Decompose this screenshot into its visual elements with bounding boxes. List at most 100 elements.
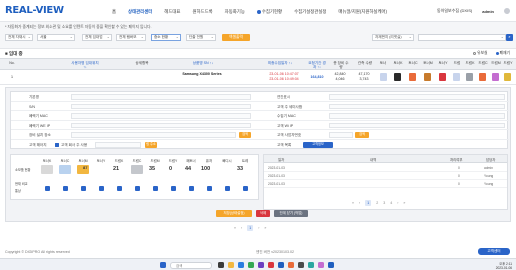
history-row[interactable]: 2023-01-03 0 Young — [264, 172, 507, 180]
username[interactable]: admin — [482, 9, 494, 14]
app-icon[interactable] — [278, 262, 284, 268]
th-user[interactable]: 사용자명 임대위치 ↑↓ — [70, 61, 100, 69]
pager-next[interactable]: › — [397, 201, 398, 205]
table-header: No. 사용자명 임대위치 ↑↓ 상세항목 상품명 SN ↑↓ 최종수집일자 ↑… — [0, 58, 516, 70]
filter-team[interactable]: 전체 탬버모 — [116, 34, 146, 41]
sn-field[interactable] — [71, 103, 251, 110]
customer-type-field[interactable] — [329, 103, 505, 110]
nav-hard[interactable]: 원하드드록 — [192, 9, 212, 15]
nav-head[interactable]: 헤드대표 — [164, 9, 180, 15]
app-icon[interactable] — [298, 262, 304, 268]
history-row[interactable]: 2023-01-03 0 Young — [264, 180, 507, 188]
model-field[interactable] — [71, 94, 251, 100]
nav-auto[interactable]: 자동화기능 — [225, 9, 245, 15]
pager-page[interactable]: 2 — [376, 201, 378, 205]
history-row[interactable]: 2023-01-03 0 admin — [264, 164, 507, 172]
excel-export-button[interactable]: 엑셀출력 — [222, 34, 250, 41]
option-reserve[interactable]: 유보실 — [473, 51, 488, 56]
customer-ip-field[interactable] — [329, 122, 505, 129]
section-options: 유보실 폐재기 — [473, 51, 510, 56]
filter-region[interactable]: 전체 자재시 — [5, 34, 33, 41]
address-button[interactable]: 링 주소 — [145, 142, 157, 148]
stat-value: 35 — [149, 166, 156, 172]
app-icon[interactable] — [318, 262, 324, 268]
pager-prev[interactable]: ‹ — [359, 201, 360, 205]
filter-power[interactable]: 단출 전원 — [186, 34, 216, 41]
filter-right-select[interactable]: 자재번지 (리셋실) — [372, 34, 414, 41]
pager-page[interactable]: 4 — [390, 201, 392, 205]
stat-mini-icon[interactable] — [135, 186, 140, 191]
year-field[interactable] — [329, 94, 505, 100]
stat-mini-icon[interactable] — [153, 186, 158, 191]
pager-last[interactable]: » — [264, 226, 266, 230]
stat-head: 빠디시 — [222, 159, 232, 163]
app-icon[interactable] — [258, 262, 264, 268]
clock[interactable]: 오후 2:11 2023-01-06 — [490, 261, 512, 270]
app-icon[interactable] — [288, 262, 294, 268]
logo[interactable]: REAL-VIEW — [5, 5, 64, 16]
stat-mini-icon[interactable] — [117, 186, 122, 191]
app-icon[interactable] — [268, 262, 274, 268]
taskbar-search[interactable]: 검색 — [170, 261, 212, 269]
printer-ip-field[interactable] — [71, 122, 251, 129]
app-icon[interactable] — [308, 262, 314, 268]
nav-manual[interactable]: 매뉴얼/지원(지원하실케어) — [338, 9, 387, 15]
help-button[interactable]: 고객센터 — [478, 248, 510, 255]
filter-lease[interactable]: 전체 임대업 — [82, 34, 112, 41]
location-field[interactable] — [71, 132, 236, 138]
pager-prev[interactable]: ‹ — [241, 226, 242, 230]
pager-page[interactable]: 3 — [383, 201, 385, 205]
table-row[interactable]: 1 Samsung X4300 Series 23-01-06 10:47:07… — [0, 70, 516, 85]
pager-page[interactable]: 1 — [365, 200, 372, 206]
stat-mini-icon[interactable] — [207, 186, 212, 191]
option-retired[interactable]: 폐재기 — [495, 51, 510, 56]
business-search-button[interactable]: 검색 — [355, 132, 369, 138]
checkbox-icon[interactable] — [55, 142, 59, 147]
nav-status-center[interactable]: 상태관리센터 — [128, 9, 152, 15]
search-input[interactable] — [418, 34, 506, 41]
folder-icon[interactable] — [228, 262, 234, 268]
stat-mini-icon[interactable] — [81, 186, 86, 191]
stat-mini-icon[interactable] — [99, 186, 104, 191]
task-view-icon[interactable] — [218, 262, 224, 268]
stat-mini-icon[interactable] — [45, 186, 50, 191]
th-period[interactable]: 요청기간 경과 ↑↓ — [308, 61, 326, 69]
pager-first[interactable]: « — [234, 226, 236, 230]
version-label: 엔진 버전 v20230103.02 — [256, 250, 295, 254]
app-icon[interactable] — [328, 262, 334, 268]
nav-collector-settings[interactable]: 수집기설정관실정 — [294, 9, 326, 15]
search-icon[interactable]: ⌕ — [506, 34, 513, 41]
collector-mac-field[interactable] — [329, 113, 505, 119]
nav-home[interactable]: 홈 — [112, 9, 116, 15]
stat-mini-icon[interactable] — [171, 186, 176, 191]
chrome-icon[interactable] — [248, 262, 254, 268]
stat-head: 토너C — [60, 159, 70, 163]
filter-size[interactable]: 중소 한황 — [151, 34, 181, 41]
th-date[interactable]: 최종수집일자 ↑↓ — [260, 61, 300, 65]
customer-page-field[interactable] — [95, 142, 141, 148]
pager-last[interactable]: » — [403, 201, 405, 205]
printer-mac-field[interactable] — [71, 113, 251, 119]
business-no-field[interactable] — [329, 132, 353, 138]
th-product[interactable]: 상품명 SN ↑↓ — [188, 61, 218, 65]
section-head: ■ 임대 중 유보실 폐재기 — [0, 49, 516, 58]
row-count-link[interactable]: 164,810 — [308, 75, 326, 79]
nav-collector[interactable]: 수집기현황 — [256, 9, 282, 15]
pager-next[interactable]: › — [258, 226, 259, 230]
stat-mini-icon[interactable] — [225, 186, 230, 191]
edge-icon[interactable] — [238, 262, 244, 268]
filter-city[interactable]: 서울 — [37, 34, 75, 41]
pager-first[interactable]: « — [352, 201, 354, 205]
delete-button[interactable]: 삭제 — [256, 210, 270, 217]
stat-mini-icon[interactable] — [63, 186, 68, 191]
gear-icon[interactable] — [504, 8, 510, 14]
location-search-button[interactable]: 검색 — [239, 132, 251, 138]
save-button[interactable]: 저장(상태설정) — [216, 210, 252, 217]
close-button[interactable]: 단계 닫기 (작업) — [274, 210, 308, 217]
pager-page[interactable]: 1 — [247, 225, 254, 231]
customer-info-button[interactable]: 고객정보 — [303, 142, 333, 148]
stat-mini-icon[interactable] — [189, 186, 194, 191]
start-icon[interactable] — [160, 262, 166, 268]
row-v4: 3,743 — [359, 77, 369, 81]
stat-mini-icon[interactable] — [243, 186, 248, 191]
